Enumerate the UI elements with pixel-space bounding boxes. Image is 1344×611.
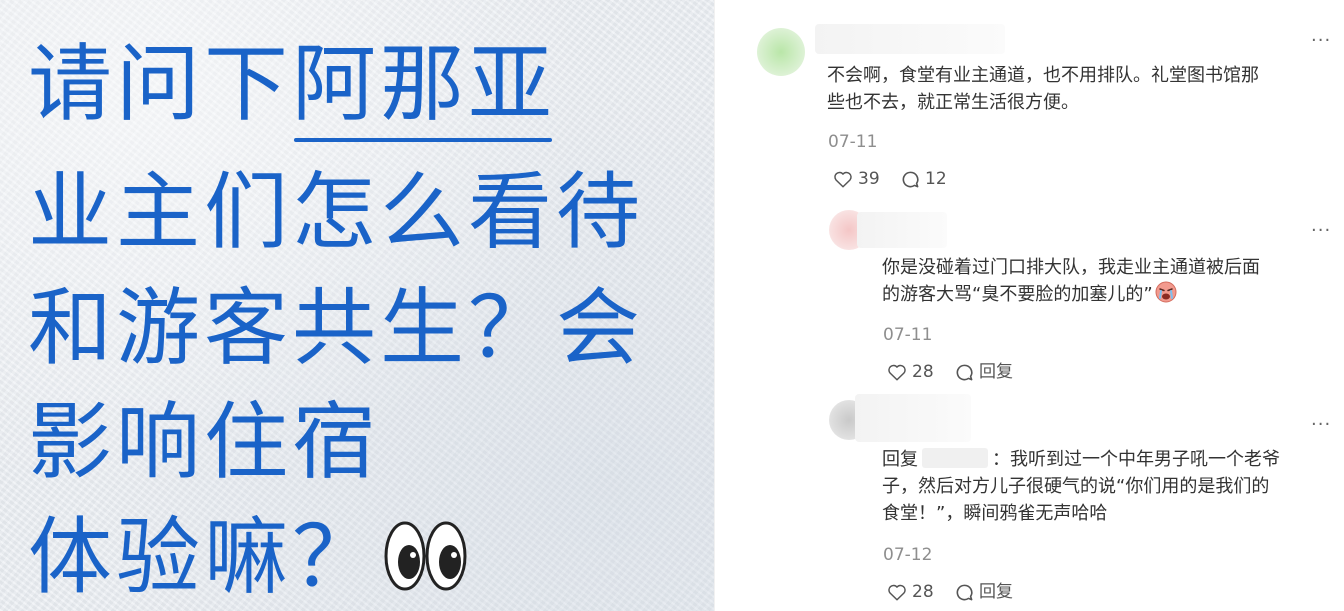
comment-text-line: 食堂！”，瞬间鸦雀无声哈哈	[882, 503, 1108, 524]
comment-text-line: 回复 ：我听到过一个中年男子吼一个老爷	[882, 446, 1332, 473]
like-button[interactable]: 28	[887, 583, 934, 601]
crying-face-icon	[1155, 281, 1177, 311]
heart-icon	[888, 584, 906, 601]
comment-text: 回复 ：我听到过一个中年男子吼一个老爷 子，然后对方儿子很硬气的说“你们用的是我们…	[882, 446, 1332, 527]
question-line-1: 请问下阿那亚	[28, 35, 557, 142]
like-count: 28	[912, 361, 934, 382]
question-line-5: 体验嘛？	[28, 515, 468, 605]
comment-text-line: 的游客大骂“臭不要脸的加塞儿的”	[882, 281, 1332, 311]
like-button[interactable]: 28	[887, 363, 934, 381]
reply-prefix: 回复	[882, 449, 918, 470]
comment-date: 07-11	[883, 325, 933, 345]
more-options-button[interactable]: ···	[1311, 222, 1331, 240]
comment-thread: ··· 不会啊，食堂有业主通道，也不用排队。礼堂图书馆那 些也不去，就正常生活很…	[715, 0, 1344, 611]
comment-icon	[956, 364, 973, 381]
comment-text-segment: ：我听到过一个中年男子吼一个老爷	[992, 449, 1280, 470]
comment-text: 不会啊，食堂有业主通道，也不用排队。礼堂图书馆那 些也不去，就正常生活很方便。	[827, 62, 1332, 116]
comment-date: 07-12	[883, 545, 933, 565]
mentioned-user-blurred[interactable]	[922, 448, 988, 468]
question-line-3: 和游客共生？会	[28, 279, 645, 377]
heart-icon	[834, 171, 852, 188]
username-blurred[interactable]	[855, 394, 971, 442]
reply-count-button[interactable]: 12	[901, 170, 947, 189]
reply-button[interactable]: 回复	[955, 583, 1013, 602]
comment-date: 07-11	[828, 132, 878, 152]
question-line-5-text: 体验嘛？	[28, 508, 381, 606]
eyes-icon	[384, 520, 468, 605]
comment-icon	[956, 584, 973, 601]
like-button[interactable]: 39	[833, 170, 880, 188]
comment-text-line: 子，然后对方儿子很硬气的说“你们用的是我们的	[882, 476, 1270, 497]
question-prefix: 请问下	[28, 35, 293, 133]
comment-text: 你是没碰着过门口排大队，我走业主通道被后面 的游客大骂“臭不要脸的加塞儿的”	[882, 254, 1332, 311]
comment-icon	[902, 171, 919, 188]
comment-text-line: 你是没碰着过门口排大队，我走业主通道被后面	[882, 257, 1260, 278]
like-count: 28	[912, 581, 934, 602]
comment-text-segment: 的游客大骂“臭不要脸的加塞儿的”	[882, 284, 1153, 305]
highlighted-place-name: 阿那亚	[292, 35, 557, 142]
avatar[interactable]	[757, 28, 805, 76]
reply-count: 12	[925, 169, 947, 189]
question-line-4: 影响住宿	[28, 393, 381, 491]
more-options-button[interactable]: ···	[1311, 32, 1331, 50]
username-blurred[interactable]	[857, 212, 947, 248]
more-options-button[interactable]: ···	[1311, 416, 1331, 434]
reply-label: 回复	[979, 582, 1013, 602]
reply-label: 回复	[979, 362, 1013, 382]
reply-button[interactable]: 回复	[955, 363, 1013, 382]
like-count: 39	[858, 168, 880, 189]
comment-text-line: 些也不去，就正常生活很方便。	[827, 92, 1079, 113]
comment-text-line: 不会啊，食堂有业主通道，也不用排队。礼堂图书馆那	[827, 65, 1259, 86]
question-card: 请问下阿那亚 业主们怎么看待 和游客共生？会 影响住宿 体验嘛？	[0, 0, 714, 611]
username-blurred[interactable]	[815, 24, 1005, 54]
heart-icon	[888, 364, 906, 381]
question-line-2: 业主们怎么看待	[28, 163, 645, 261]
